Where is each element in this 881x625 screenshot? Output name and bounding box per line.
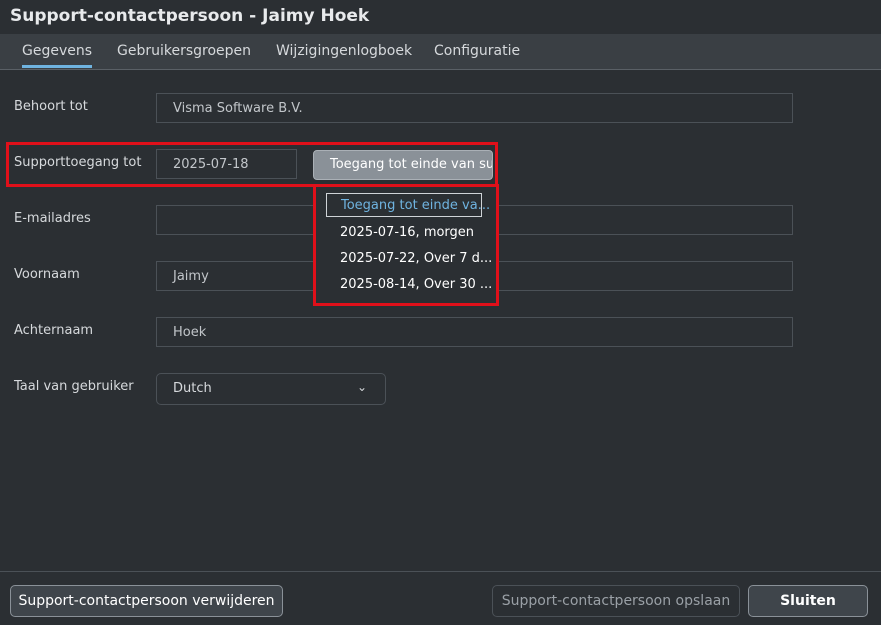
email-label: E-mailadres	[14, 211, 91, 226]
tab-configuratie[interactable]: Configuratie	[434, 43, 520, 59]
language-select[interactable]: Dutch ⌄	[156, 373, 386, 405]
tab-bar: Gegevens Gebruikersgroepen Wijzigingenlo…	[0, 34, 881, 70]
support-access-button[interactable]: Toegang tot einde van supp	[313, 150, 493, 180]
belongs-to-label: Behoort tot	[14, 99, 88, 114]
last-name-label: Achternaam	[14, 323, 94, 338]
belongs-to-field: Visma Software B.V.	[156, 93, 793, 123]
language-label: Taal van gebruiker	[14, 379, 134, 394]
support-access-dropdown: Toegang tot einde va... 2025-07-16, morg…	[316, 185, 496, 301]
window-title: Support-contactpersoon - Jaimy Hoek	[10, 6, 370, 26]
tab-gebruikersgroepen[interactable]: Gebruikersgroepen	[117, 43, 251, 59]
close-button[interactable]: Sluiten	[748, 585, 868, 617]
support-access-date-field[interactable]: 2025-07-18	[156, 149, 297, 179]
chevron-down-icon: ⌄	[356, 380, 367, 394]
first-name-label: Voornaam	[14, 267, 80, 282]
dropdown-option-end-of-support[interactable]: Toegang tot einde va...	[326, 193, 490, 217]
tab-gegevens[interactable]: Gegevens	[22, 43, 93, 68]
save-contact-button[interactable]: Support-contactpersoon opslaan	[492, 585, 740, 617]
last-name-field[interactable]: Hoek	[156, 317, 793, 347]
delete-contact-button[interactable]: Support-contactpersoon verwijderen	[10, 585, 283, 617]
tab-wijzigingenlogboek[interactable]: Wijzigingenlogboek	[276, 43, 412, 59]
support-access-label: Supporttoegang tot	[14, 155, 142, 170]
language-value: Dutch	[173, 381, 212, 396]
title-bar: Support-contactpersoon - Jaimy Hoek	[0, 0, 881, 34]
dropdown-option-7-days[interactable]: 2025-07-22, Over 7 d...	[326, 247, 492, 271]
dropdown-option-30-days[interactable]: 2025-08-14, Over 30 ...	[326, 273, 492, 297]
footer-bar: Support-contactpersoon verwijderen Suppo…	[0, 571, 881, 625]
dropdown-option-tomorrow[interactable]: 2025-07-16, morgen	[326, 221, 474, 245]
